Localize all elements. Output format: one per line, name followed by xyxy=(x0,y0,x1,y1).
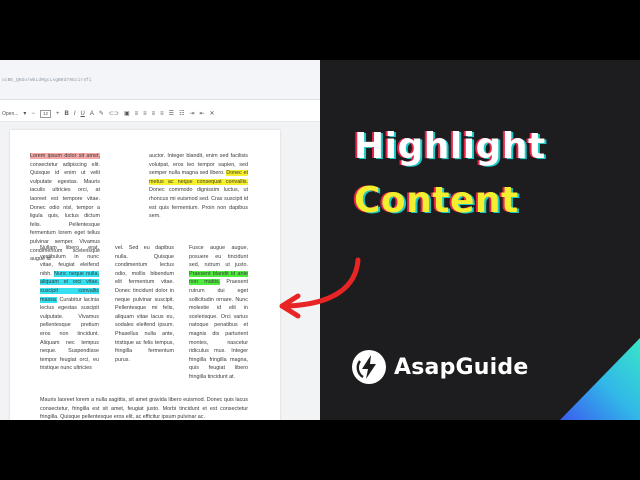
font-size-field[interactable]: 12 xyxy=(39,109,51,118)
outdent-icon[interactable]: ⇤ xyxy=(199,106,204,122)
paragraph-3[interactable]: Nullam libero erat, vestibulum in nunc v… xyxy=(40,244,99,373)
title-line-2: Content xyxy=(354,180,519,221)
indent-icon[interactable]: ⇥ xyxy=(189,106,194,122)
clear-format-icon[interactable]: ✕ xyxy=(210,106,215,122)
red-arrow-icon xyxy=(279,257,361,319)
highlighted-text-red[interactable]: Lorem ipsum dolor sit amet, xyxy=(30,153,100,159)
align-center-icon[interactable]: ≡ xyxy=(143,106,147,122)
paragraph-2[interactable]: auctor. Integer blandit, enim sed facili… xyxy=(149,152,248,221)
align-justify-icon[interactable]: ≡ xyxy=(160,106,164,122)
url-text: ocBE_Q6GorWkLdMgcLsgB0d79Gcir4fi xyxy=(2,78,92,83)
chevron-down-icon[interactable]: ▾ xyxy=(23,106,26,122)
highlight-pen-icon[interactable]: ✎ xyxy=(99,106,104,122)
font-size-decrease-icon[interactable]: − xyxy=(31,106,35,122)
align-left-icon[interactable]: ≡ xyxy=(135,106,139,122)
paragraph-6[interactable]: Mauris laoreet lorem a nulla sagittis, s… xyxy=(40,396,248,420)
bullet-list-icon[interactable]: ☰ xyxy=(169,106,174,122)
brand-name: AsapGuide xyxy=(394,354,529,380)
editor-toolbar: Open... ▾ − 12 + B I U A ✎ ⊂⊃ ▣ ≡ ≡ ≡ ≡ … xyxy=(0,106,320,122)
text-color-icon[interactable]: A xyxy=(90,106,94,122)
italic-button[interactable]: I xyxy=(74,106,76,122)
editor-screenshot: ocBE_Q6GorWkLdMgcLsgB0d79Gcir4fi Open...… xyxy=(0,60,320,420)
image-icon[interactable]: ▣ xyxy=(124,106,130,122)
corner-gradient-decoration xyxy=(560,338,640,420)
paragraph-5[interactable]: Fusce augue augue, posuere eu tincidunt … xyxy=(189,244,248,382)
title-line-1: Highlight xyxy=(354,126,546,167)
title-panel: Highlight Content AsapGuide xyxy=(320,60,640,420)
brand-logo: AsapGuide xyxy=(352,350,528,384)
video-frame: ocBE_Q6GorWkLdMgcLsgB0d79Gcir4fi Open...… xyxy=(0,60,640,420)
link-icon[interactable]: ⊂⊃ xyxy=(109,106,119,122)
numbered-list-icon[interactable]: ☷ xyxy=(179,106,184,122)
paragraph-4[interactable]: vel. Sed eu dapibus nulla. Quisque condi… xyxy=(115,244,174,364)
bold-button[interactable]: B xyxy=(64,106,68,122)
underline-button[interactable]: U xyxy=(80,106,84,122)
font-size-increase-icon[interactable]: + xyxy=(56,106,60,122)
browser-url-bar[interactable]: ocBE_Q6GorWkLdMgcLsgB0d79Gcir4fi xyxy=(0,60,320,100)
align-right-icon[interactable]: ≡ xyxy=(152,106,156,122)
lightning-bolt-icon xyxy=(352,350,386,384)
block-format-select[interactable]: Open... xyxy=(2,106,18,122)
